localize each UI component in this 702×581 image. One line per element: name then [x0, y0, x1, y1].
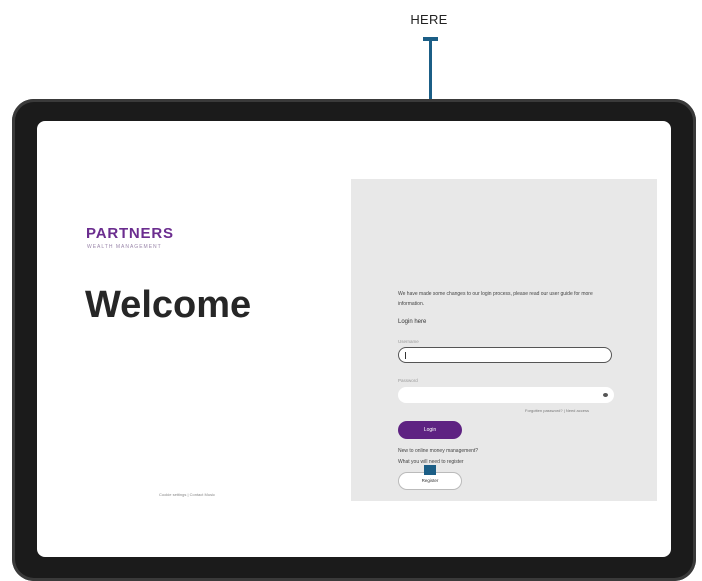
username-label: Username	[398, 339, 419, 344]
brand-tagline: WEALTH MANAGEMENT	[87, 244, 162, 250]
tablet-frame: PARTNERS WEALTH MANAGEMENT Welcome Cooki…	[12, 99, 696, 581]
login-heading: Login here	[398, 319, 427, 325]
footer-links[interactable]: Cookie settings | Contact Music	[159, 492, 215, 497]
username-input[interactable]	[398, 347, 612, 363]
text-caret	[405, 352, 406, 359]
callout-endpoint	[424, 465, 436, 475]
password-input[interactable]	[398, 387, 614, 403]
password-label: Password	[398, 378, 418, 383]
brand-logo: PARTNERS	[86, 225, 174, 242]
forgot-links[interactable]: Forgotten password? | Need access	[525, 408, 589, 413]
welcome-heading: Welcome	[85, 284, 252, 326]
notice-text: We have made some changes to our login p…	[398, 291, 593, 307]
tablet-screen: PARTNERS WEALTH MANAGEMENT Welcome Cooki…	[37, 121, 671, 557]
callout-label: HERE	[410, 12, 448, 27]
login-button[interactable]: Login	[398, 421, 462, 439]
login-panel: We have made some changes to our login p…	[351, 179, 657, 501]
register-prompt: New to online money management?	[398, 448, 479, 454]
eye-icon[interactable]	[603, 393, 608, 397]
